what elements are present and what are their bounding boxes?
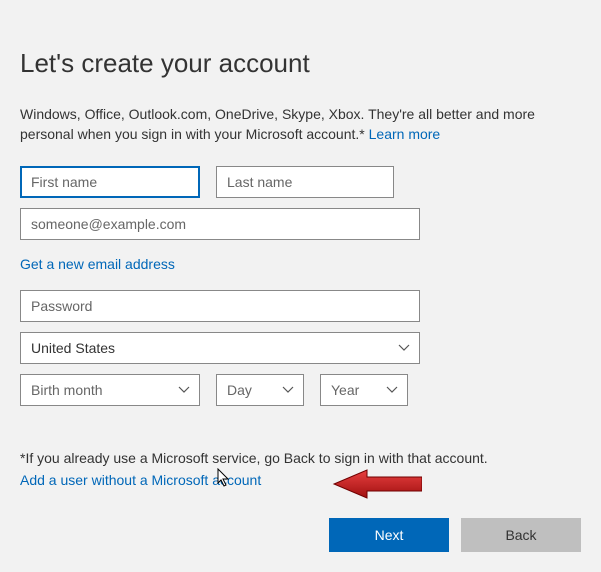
next-button[interactable]: Next [329, 518, 449, 552]
first-name-input[interactable] [20, 166, 200, 198]
get-new-email-link[interactable]: Get a new email address [20, 256, 175, 272]
add-user-without-ms-link[interactable]: Add a user without a Microsoft account [20, 472, 261, 488]
year-select[interactable]: Year [320, 374, 408, 406]
birth-month-select[interactable]: Birth month [20, 374, 200, 406]
existing-account-note: *If you already use a Microsoft service,… [20, 450, 581, 466]
last-name-input[interactable] [216, 166, 394, 198]
intro-description: Windows, Office, Outlook.com, OneDrive, … [20, 105, 581, 144]
password-input[interactable] [20, 290, 420, 322]
learn-more-link[interactable]: Learn more [369, 126, 441, 142]
country-select[interactable]: United States [20, 332, 420, 364]
page-title: Let's create your account [20, 48, 581, 79]
annotation-arrow-icon [332, 468, 422, 500]
day-select[interactable]: Day [216, 374, 304, 406]
back-button[interactable]: Back [461, 518, 581, 552]
intro-text: Windows, Office, Outlook.com, OneDrive, … [20, 106, 535, 142]
email-input[interactable] [20, 208, 420, 240]
